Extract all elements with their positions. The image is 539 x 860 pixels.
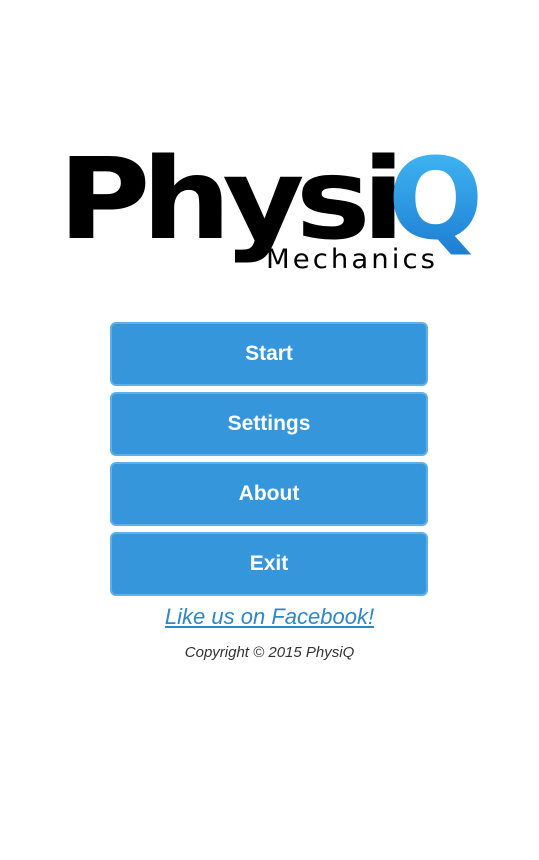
about-button[interactable]: About	[110, 462, 428, 526]
copyright-text: Copyright © 2015 PhysiQ	[184, 644, 355, 661]
facebook-link[interactable]: Like us on Facebook!	[0, 604, 539, 630]
exit-button[interactable]: Exit	[110, 532, 428, 596]
logo-graphic: Physi Q Mechanics	[58, 138, 483, 273]
app-logo: Physi Q Mechanics	[58, 138, 483, 273]
settings-button[interactable]: Settings	[110, 392, 428, 456]
logo-subtitle: Mechanics	[266, 244, 438, 273]
main-menu: Start Settings About Exit	[110, 322, 428, 602]
start-button[interactable]: Start	[110, 322, 428, 386]
